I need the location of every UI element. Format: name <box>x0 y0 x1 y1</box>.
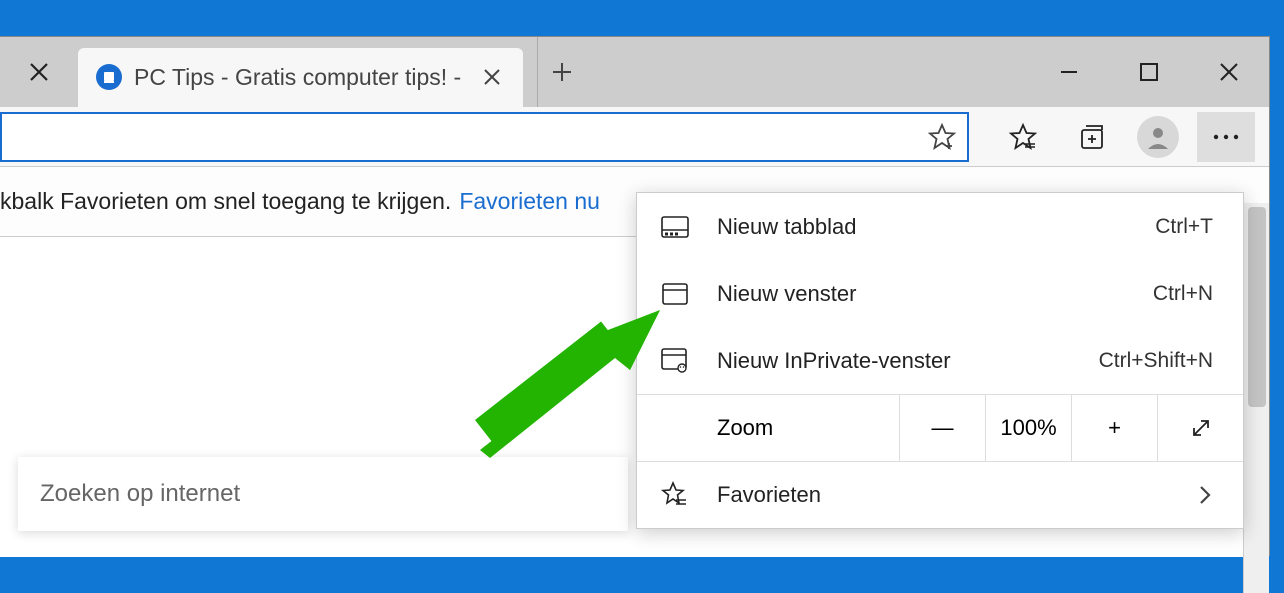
menu-item-label: Nieuw venster <box>717 281 1129 307</box>
favorites-button[interactable] <box>997 112 1049 162</box>
menu-item-shortcut: Ctrl+T <box>1155 215 1213 239</box>
tab-bar: PC Tips - Gratis computer tips! - <box>0 37 1269 107</box>
zoom-value: 100% <box>985 395 1071 461</box>
menu-item-label: Favorieten <box>717 482 1173 508</box>
minimize-button[interactable] <box>1029 37 1109 107</box>
search-placeholder: Zoeken op internet <box>40 480 240 508</box>
menu-item-shortcut: Ctrl+Shift+N <box>1099 349 1213 373</box>
star-list-icon <box>657 481 693 509</box>
window-controls <box>1029 37 1269 107</box>
search-input[interactable]: Zoeken op internet <box>18 457 628 531</box>
scrollbar-thumb[interactable] <box>1248 207 1266 407</box>
menu-item-label: Nieuw tabblad <box>717 214 1131 240</box>
window-close-button[interactable] <box>1189 37 1269 107</box>
menu-item-label: Nieuw InPrivate-venster <box>717 348 1075 374</box>
zoom-label: Zoom <box>637 415 899 441</box>
menu-new-tab[interactable]: Nieuw tabblad Ctrl+T <box>637 193 1243 260</box>
zoom-out-button[interactable]: — <box>899 395 985 461</box>
menu-zoom-row: Zoom — 100% + <box>637 394 1243 461</box>
settings-menu: Nieuw tabblad Ctrl+T Nieuw venster Ctrl+… <box>636 192 1244 529</box>
address-bar[interactable] <box>0 112 969 162</box>
chevron-right-icon <box>1197 483 1213 507</box>
active-tab[interactable]: PC Tips - Gratis computer tips! - <box>78 48 523 107</box>
tab-title: PC Tips - Gratis computer tips! - <box>134 64 461 91</box>
inprivate-icon <box>657 348 693 374</box>
zoom-in-button[interactable]: + <box>1071 395 1157 461</box>
menu-new-window[interactable]: Nieuw venster Ctrl+N <box>637 260 1243 327</box>
settings-more-button[interactable] <box>1197 112 1255 162</box>
add-favorite-icon[interactable] <box>927 122 957 152</box>
scrollbar[interactable] <box>1243 203 1269 593</box>
menu-inprivate[interactable]: Nieuw InPrivate-venster Ctrl+Shift+N <box>637 327 1243 394</box>
collections-button[interactable] <box>1067 112 1119 162</box>
tab-close-button[interactable] <box>473 58 511 96</box>
menu-item-shortcut: Ctrl+N <box>1153 282 1213 306</box>
menu-favorites[interactable]: Favorieten <box>637 461 1243 528</box>
favorites-now-link[interactable]: Favorieten nu <box>459 188 600 215</box>
maximize-button[interactable] <box>1109 37 1189 107</box>
toolbar <box>0 107 1269 167</box>
new-tab-button[interactable] <box>537 37 585 107</box>
favicon-icon <box>96 64 122 90</box>
new-tab-icon <box>657 216 693 238</box>
new-window-icon <box>657 283 693 305</box>
fullscreen-button[interactable] <box>1157 395 1243 461</box>
favorites-bar-text: kbalk Favorieten om snel toegang te krij… <box>0 188 451 215</box>
profile-button[interactable] <box>1137 116 1179 158</box>
previous-tab-close-button[interactable] <box>0 37 78 107</box>
